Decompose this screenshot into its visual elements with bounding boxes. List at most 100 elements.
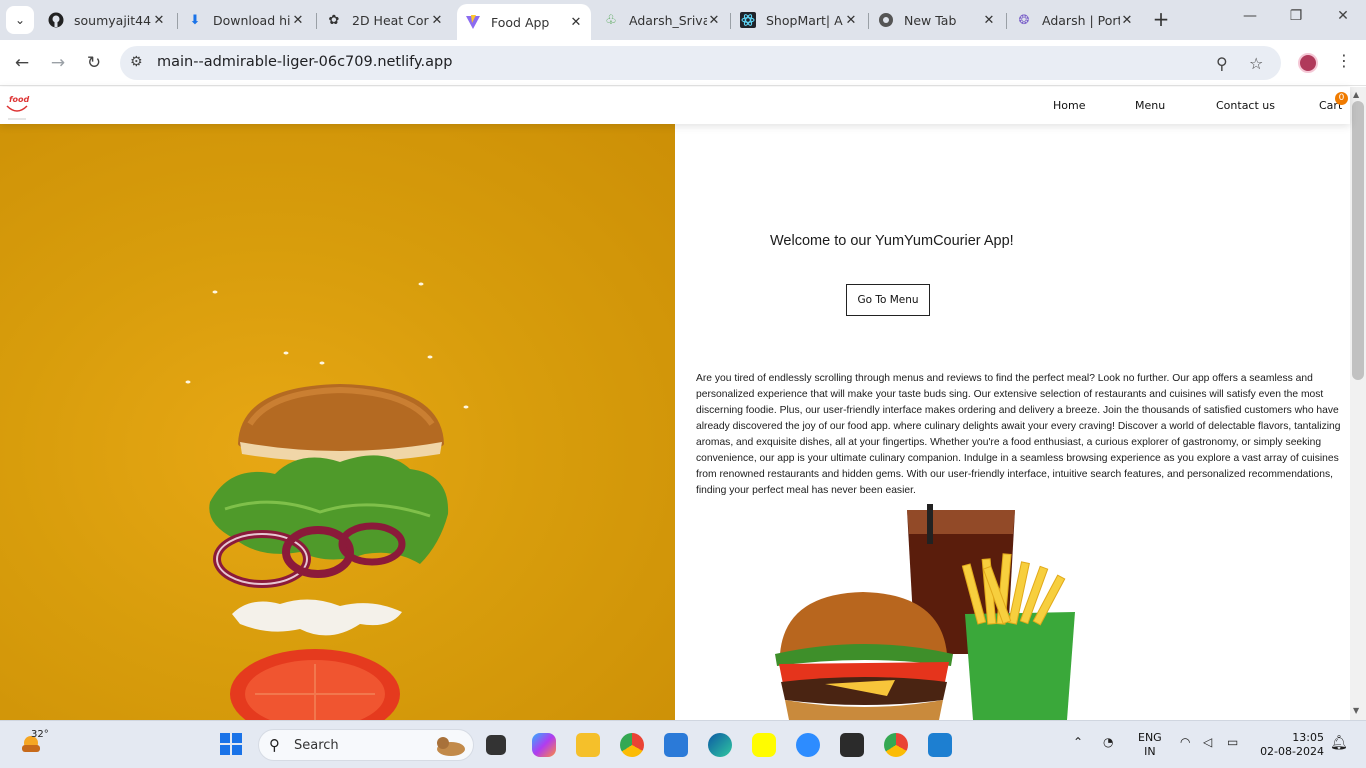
tab-divider xyxy=(177,13,178,29)
bookmark-star-icon[interactable]: ☆ xyxy=(1249,54,1263,73)
browser-tab-download[interactable]: ⬇ Download hi ✕ xyxy=(179,4,313,36)
close-icon[interactable]: ✕ xyxy=(982,13,996,28)
tray-status-icon[interactable]: ◔ xyxy=(1103,735,1113,749)
vscode-icon[interactable] xyxy=(928,733,952,757)
cart-count-badge: 0 xyxy=(1335,92,1348,105)
scrollbar-thumb[interactable] xyxy=(1352,101,1364,380)
close-icon[interactable]: ✕ xyxy=(1120,13,1134,28)
close-icon[interactable]: ✕ xyxy=(844,13,858,28)
minimize-icon[interactable]: — xyxy=(1240,8,1260,24)
browser-tab-food-app[interactable]: Food App ✕ xyxy=(457,4,591,40)
go-to-menu-button[interactable]: Go To Menu xyxy=(846,284,930,316)
close-icon[interactable]: ✕ xyxy=(291,13,305,28)
tab-label: Download hi xyxy=(213,12,291,28)
react-icon xyxy=(740,12,756,28)
browser-tab-github[interactable]: soumyajit44 ✕ xyxy=(40,4,174,36)
browser-tab-heat[interactable]: ✿ 2D Heat Cor ✕ xyxy=(318,4,452,36)
chrome-taskbar-icon[interactable] xyxy=(620,733,644,757)
taskbar-clock[interactable]: 13:05 02-08-2024 xyxy=(1260,731,1324,759)
battery-icon[interactable]: ▭ xyxy=(1227,735,1238,749)
reload-icon[interactable]: ↻ xyxy=(83,52,105,74)
windows-taskbar: 32° ⚲ Search ⌃ ◔ ENG IN ◠ ◁ ▭ 13:05 02-0… xyxy=(0,720,1366,768)
scroll-down-icon[interactable]: ▼ xyxy=(1353,706,1359,715)
burger-fries-drink-image xyxy=(775,504,1075,720)
lang-top: ENG xyxy=(1138,731,1162,744)
task-view-icon[interactable] xyxy=(486,735,506,755)
logo-text: food xyxy=(9,95,30,104)
microsoft-store-icon[interactable] xyxy=(664,733,688,757)
welcome-section: Welcome to our YumYumCourier App! Go To … xyxy=(675,124,1350,720)
tab-label: Food App xyxy=(491,14,550,30)
forward-arrow-icon[interactable]: → xyxy=(47,52,69,74)
browser-tab-shopmart[interactable]: ShopMart| A ✕ xyxy=(732,4,866,36)
windows-start-icon[interactable] xyxy=(220,733,242,755)
zoom-app-icon[interactable] xyxy=(796,733,820,757)
clock-time: 13:05 xyxy=(1292,731,1324,744)
tab-label: ShopMart| A xyxy=(766,12,843,28)
browser-tab-new-tab[interactable]: New Tab ✕ xyxy=(870,4,1004,36)
volume-icon[interactable]: ◁ xyxy=(1203,735,1212,749)
language-indicator[interactable]: ENG IN xyxy=(1138,731,1162,759)
lang-bottom: IN xyxy=(1144,745,1156,758)
tab-label: 2D Heat Cor xyxy=(352,12,429,28)
browser-tab-adarsh-sriva[interactable]: ♧ Adarsh_Sriva ✕ xyxy=(595,4,729,36)
close-icon[interactable]: ✕ xyxy=(430,13,444,28)
tab-label: Adarsh | Port xyxy=(1042,12,1120,28)
file-explorer-icon[interactable] xyxy=(576,733,600,757)
search-label: Search xyxy=(294,738,339,753)
edge-icon[interactable] xyxy=(708,733,732,757)
window-close-icon[interactable]: ✕ xyxy=(1333,8,1353,24)
new-tab-plus-icon[interactable]: + xyxy=(1152,9,1170,29)
taskbar-search[interactable]: ⚲ Search xyxy=(258,729,474,761)
zoom-icon[interactable]: ⚲ xyxy=(1216,54,1228,73)
address-bar[interactable]: ⚙ main--admirable-liger-06c709.netlify.a… xyxy=(120,46,1281,80)
profile-avatar[interactable] xyxy=(1298,53,1318,73)
browser-tab-bar: ⌄ soumyajit44 ✕ ⬇ Download hi ✕ ✿ 2D Hea… xyxy=(0,0,1366,40)
github-icon xyxy=(48,12,64,28)
openai-icon: ✿ xyxy=(328,12,340,28)
portfolio-icon: ❂ xyxy=(1018,12,1030,28)
tab-search-button[interactable]: ⌄ xyxy=(6,6,34,34)
tab-divider xyxy=(316,13,317,29)
wifi-icon[interactable]: ◠ xyxy=(1180,735,1190,749)
url-text[interactable]: main--admirable-liger-06c709.netlify.app xyxy=(157,54,452,70)
back-arrow-icon[interactable]: ← xyxy=(11,52,33,74)
search-highlight-icon xyxy=(437,737,465,756)
nav-home[interactable]: Home xyxy=(1053,99,1085,112)
scroll-up-icon[interactable]: ▲ xyxy=(1353,90,1359,99)
copilot-icon[interactable] xyxy=(532,733,556,757)
notification-bell-icon[interactable]: 🔔︎ xyxy=(1330,735,1348,751)
menu-kebab-icon[interactable]: ⋮ xyxy=(1336,51,1352,70)
close-icon[interactable]: ✕ xyxy=(152,13,166,28)
tab-label: Adarsh_Sriva xyxy=(629,12,707,28)
chrome-icon xyxy=(878,12,894,28)
search-icon: ⚲ xyxy=(269,736,280,754)
leaf-icon: ♧ xyxy=(605,12,617,28)
vite-icon xyxy=(465,14,481,30)
chrome-profile-icon[interactable] xyxy=(884,733,908,757)
welcome-heading: Welcome to our YumYumCourier App! xyxy=(770,233,1014,249)
close-icon[interactable]: ✕ xyxy=(707,13,721,28)
nav-contact[interactable]: Contact us xyxy=(1216,99,1275,112)
tab-label: soumyajit44 xyxy=(74,12,152,28)
clock-date: 02-08-2024 xyxy=(1260,745,1324,758)
tray-overflow-chevron-icon[interactable]: ⌃ xyxy=(1073,735,1083,749)
floating-burger-illustration xyxy=(185,282,469,720)
site-settings-icon[interactable]: ⚙ xyxy=(130,54,143,70)
browser-toolbar: ← → ↻ ⚙ main--admirable-liger-06c709.net… xyxy=(0,40,1366,86)
download-icon: ⬇ xyxy=(189,12,201,28)
terminal-icon[interactable] xyxy=(840,733,864,757)
tab-divider xyxy=(868,13,869,29)
browser-tab-portfolio[interactable]: ❂ Adarsh | Port ✕ xyxy=(1008,4,1142,36)
nav-menu[interactable]: Menu xyxy=(1135,99,1165,112)
food-logo[interactable]: food xyxy=(3,94,31,122)
snapchat-icon[interactable] xyxy=(752,733,776,757)
close-icon[interactable]: ✕ xyxy=(569,15,583,30)
site-navbar: food Home Menu Contact us Cart 0 xyxy=(0,87,1350,124)
restore-icon[interactable]: ❐ xyxy=(1286,8,1306,24)
hero-image xyxy=(0,124,675,720)
intro-paragraph: Are you tired of endlessly scrolling thr… xyxy=(696,373,1341,496)
tab-divider xyxy=(730,13,731,29)
weather-temp: 32° xyxy=(31,729,49,740)
chevron-down-icon: ⌄ xyxy=(14,13,26,27)
